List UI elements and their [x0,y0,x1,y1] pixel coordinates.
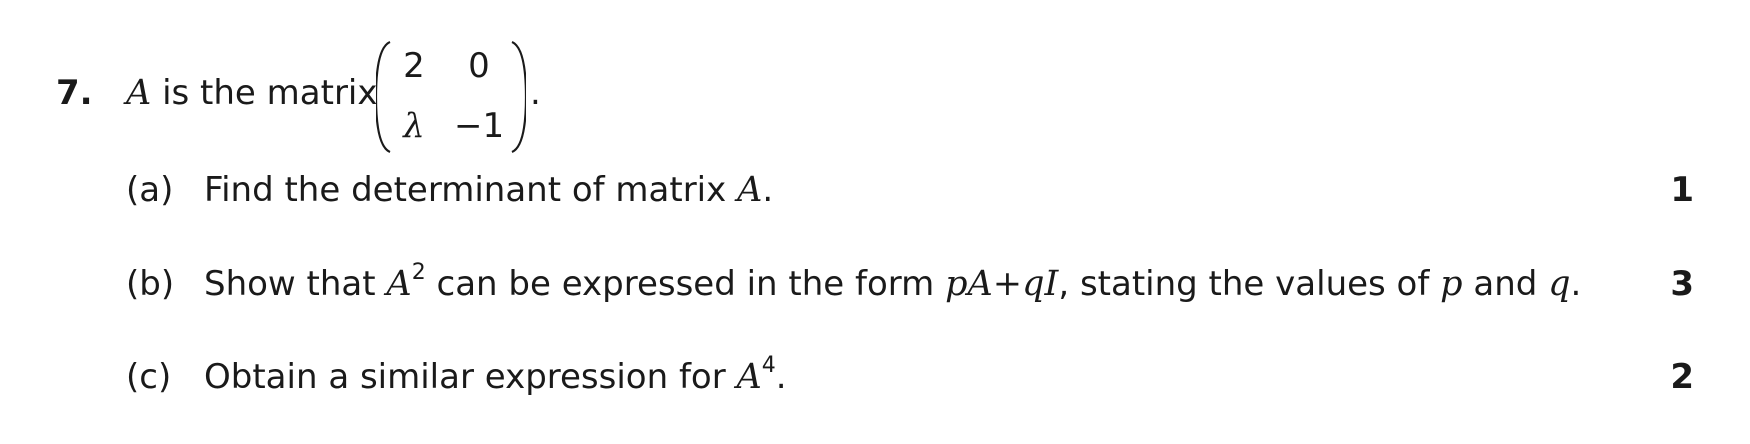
matrix-cell-r1c1: 2 [403,46,425,86]
part-b-marks: 3 [1670,264,1694,304]
matrix-cell-r1c2: 0 [468,46,490,86]
part-a-var: A [737,170,763,210]
part-b-text-1: Show that [204,264,387,304]
part-b-exponent: 2 [411,259,426,285]
part-c-label: (c) [126,357,172,397]
part-b-text-5: . [1570,264,1582,304]
part-a-marks: 1 [1670,170,1694,210]
matrix-cell-r2c2: −1 [454,106,505,146]
part-b-var-q: q [1548,264,1571,304]
part-b-expression: pA+qI [945,264,1059,304]
part-c-text: Obtain a similar expression for A4. [204,354,787,397]
part-a-label: (a) [126,170,174,210]
matrix-variable: A [126,73,152,113]
part-a-text-2: . [762,170,774,210]
matrix-cell-r2c1: λ [403,106,425,146]
question-stem: A is the matrix [126,73,378,113]
part-b-label: (b) [126,264,175,304]
part-c-marks: 2 [1670,357,1694,397]
part-c-var: A [736,357,762,397]
part-a-text-1: Find the determinant of matrix [204,170,738,210]
part-a-text: Find the determinant of matrix A. [204,170,773,210]
part-b-text-4: and [1462,264,1549,304]
part-c-exponent: 4 [761,352,776,378]
question-number: 7. [56,73,93,113]
part-b-var-p: p [1440,264,1463,304]
matrix-a: 2 0 λ −1 [376,40,526,154]
part-b-text: Show that A2 can be expressed in the for… [204,261,1582,304]
part-c-text-2: . [775,357,787,397]
part-b-text-3: , stating the values of [1058,264,1441,304]
part-c-text-1: Obtain a similar expression for [204,357,737,397]
part-b-text-2: can be expressed in the form [425,264,946,304]
stem-period: . [530,73,541,113]
stem-text: is the matrix [151,73,378,113]
part-b-var: A [386,264,412,304]
